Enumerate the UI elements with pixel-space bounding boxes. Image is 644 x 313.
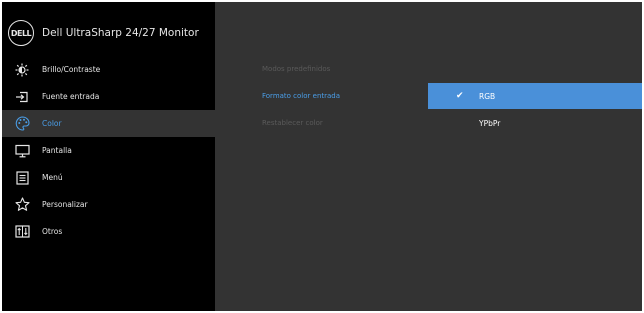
menu-item-label: Menú xyxy=(42,173,63,182)
option-rgb[interactable]: ✔ RGB xyxy=(428,83,642,109)
display-icon xyxy=(14,143,30,159)
submenu-input-color-format[interactable]: Formato color entrada xyxy=(262,92,340,100)
menu-item-label: Otros xyxy=(42,227,63,236)
menu-item-personalize[interactable]: Personalizar xyxy=(2,191,215,218)
menu-item-label: Color xyxy=(42,119,62,128)
menu-icon xyxy=(14,170,30,186)
option-label: YPbPr xyxy=(479,118,501,128)
input-source-icon xyxy=(14,89,30,105)
check-icon: ✔ xyxy=(456,91,464,101)
menu-item-brightness-contrast[interactable]: Brillo/Contraste xyxy=(2,56,215,83)
sidebar: DELL Dell UltraSharp 24/27 Monitor Brill… xyxy=(2,2,215,311)
menu-item-menu[interactable]: Menú xyxy=(2,164,215,191)
menu-item-label: Personalizar xyxy=(42,200,88,209)
menu-item-label: Fuente entrada xyxy=(42,92,100,101)
menu-item-label: Pantalla xyxy=(42,146,72,155)
brightness-icon xyxy=(14,62,30,78)
header: DELL Dell UltraSharp 24/27 Monitor xyxy=(8,18,199,48)
others-icon xyxy=(14,224,30,240)
color-palette-icon xyxy=(14,116,30,132)
osd-window: DELL Dell UltraSharp 24/27 Monitor Brill… xyxy=(2,2,642,311)
option-ypbpr[interactable]: YPbPr xyxy=(428,110,642,136)
menu-item-others[interactable]: Otros xyxy=(2,218,215,245)
option-label: RGB xyxy=(479,91,496,101)
dell-logo: DELL xyxy=(8,20,34,46)
menu-item-input-source[interactable]: Fuente entrada xyxy=(2,83,215,110)
menu-item-display[interactable]: Pantalla xyxy=(2,137,215,164)
submenu-preset-modes[interactable]: Modos predefinidos xyxy=(262,65,330,73)
star-icon xyxy=(14,197,30,213)
monitor-title: Dell UltraSharp 24/27 Monitor xyxy=(42,27,199,39)
submenu-reset-color[interactable]: Restablecer color xyxy=(262,119,323,127)
menu-item-color[interactable]: Color xyxy=(2,110,215,137)
menu-item-label: Brillo/Contraste xyxy=(42,65,101,74)
